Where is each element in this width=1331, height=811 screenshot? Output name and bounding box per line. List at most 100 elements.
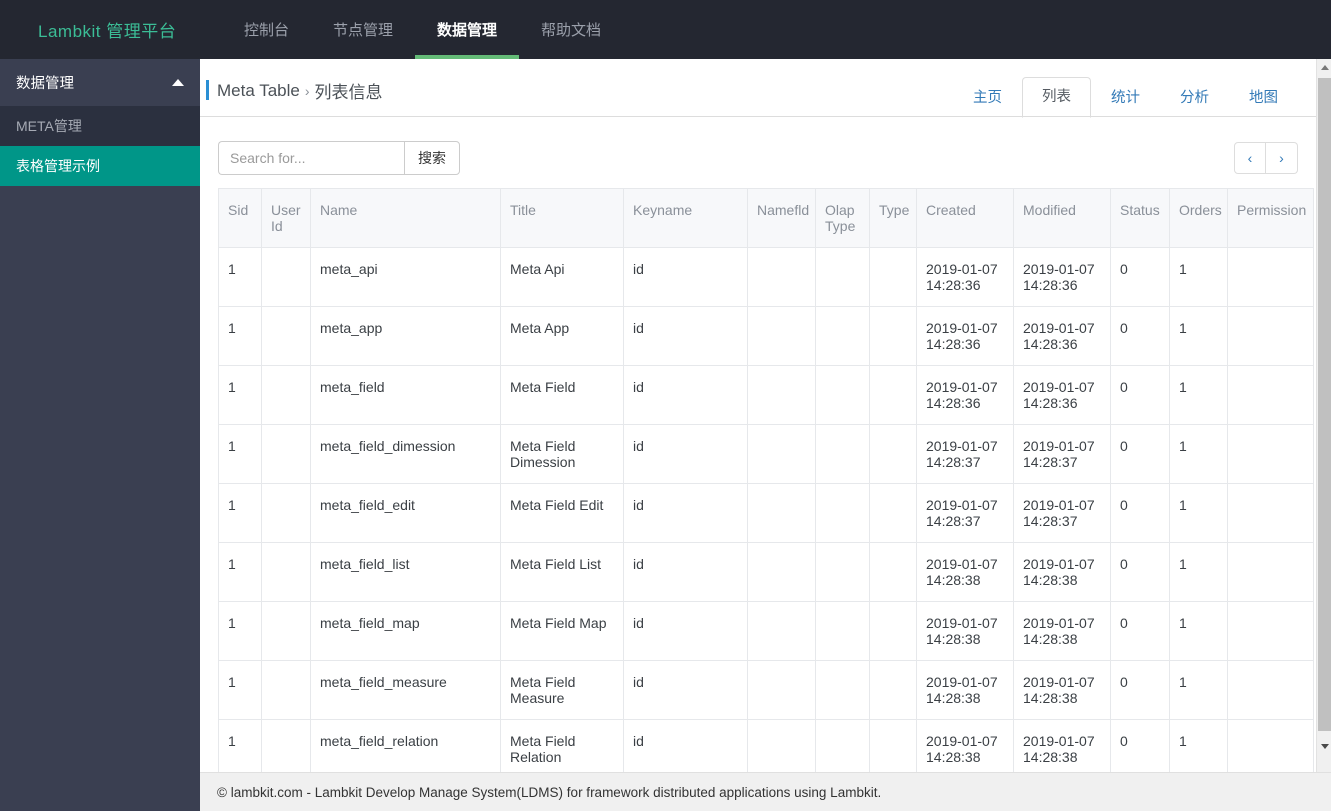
nav-item-console[interactable]: 控制台 <box>222 0 311 59</box>
cell-orders: 1 <box>1169 542 1228 602</box>
column-header-status[interactable]: Status <box>1110 188 1170 248</box>
cell-name: meta_app <box>310 306 501 366</box>
cell-user-id <box>261 365 311 425</box>
next-page-button[interactable]: › <box>1266 142 1298 174</box>
column-header-orders[interactable]: Orders <box>1169 188 1228 248</box>
cell-type <box>869 483 917 543</box>
column-header-olap-type[interactable]: Olap Type <box>815 188 870 248</box>
cell-sid: 1 <box>218 660 262 720</box>
cell-modified: 2019-01-07 14:28:38 <box>1013 660 1111 720</box>
column-header-title[interactable]: Title <box>500 188 624 248</box>
cell-created: 2019-01-07 14:28:38 <box>916 660 1014 720</box>
tab-bar-divider <box>200 116 1316 117</box>
cell-user-id <box>261 542 311 602</box>
cell-namefld <box>747 247 816 307</box>
vertical-scrollbar[interactable] <box>1316 59 1331 772</box>
cell-user-id <box>261 424 311 484</box>
cell-name: meta_api <box>310 247 501 307</box>
cell-olap-type <box>815 424 870 484</box>
cell-title: Meta App <box>500 306 624 366</box>
tab-map[interactable]: 地图 <box>1229 78 1298 118</box>
table-row[interactable]: 1 meta_api Meta Api id 2019-01-07 14:28:36 20… <box>218 247 1314 307</box>
nav-items: 控制台 节点管理 数据管理 帮助文档 <box>222 0 623 59</box>
cell-created: 2019-01-07 14:28:38 <box>916 542 1014 602</box>
column-header-namefld[interactable]: Namefld <box>747 188 816 248</box>
cell-type <box>869 601 917 661</box>
cell-status: 0 <box>1110 483 1170 543</box>
sidebar-group-data-manage[interactable]: 数据管理 <box>0 59 200 106</box>
cell-created: 2019-01-07 14:28:36 <box>916 247 1014 307</box>
tab-home[interactable]: 主页 <box>953 78 1022 118</box>
table-row[interactable]: 1 meta_field_edit Meta Field Edit id 2019-01… <box>218 483 1314 543</box>
top-navbar: Lambkit 管理平台 控制台 节点管理 数据管理 帮助文档 <box>0 0 1331 59</box>
cell-orders: 1 <box>1169 365 1228 425</box>
cell-title: Meta Field <box>500 365 624 425</box>
table-header-row: Sid User Id Name Title Keyname Namefld O… <box>218 188 1314 248</box>
cell-name: meta_field_measure <box>310 660 501 720</box>
cell-sid: 1 <box>218 247 262 307</box>
sidebar-item-table-manage-demo[interactable]: 表格管理示例 <box>0 146 200 186</box>
nav-item-data-manage[interactable]: 数据管理 <box>415 0 520 59</box>
scroll-down-button[interactable] <box>1317 738 1331 755</box>
cell-modified: 2019-01-07 14:28:37 <box>1013 483 1111 543</box>
table-row[interactable]: 1 meta_field_list Meta Field List id 2019-01… <box>218 542 1314 602</box>
sidebar-item-meta-manage[interactable]: META管理 <box>0 106 200 146</box>
table-row[interactable]: 1 meta_field_map Meta Field Map id 2019-01-0… <box>218 601 1314 661</box>
brand-logo[interactable]: Lambkit 管理平台 <box>0 0 200 59</box>
cell-namefld <box>747 424 816 484</box>
breadcrumb-part-1[interactable]: Meta Table <box>217 81 300 101</box>
column-header-name[interactable]: Name <box>310 188 501 248</box>
cell-title: Meta Field Edit <box>500 483 624 543</box>
cell-permission <box>1227 365 1314 425</box>
scroll-up-button[interactable] <box>1317 59 1331 76</box>
breadcrumb-part-2: 列表信息 <box>314 83 383 102</box>
table-head: Sid User Id Name Title Keyname Namefld O… <box>218 188 1314 248</box>
prev-page-button[interactable]: ‹ <box>1234 142 1266 174</box>
column-header-permission[interactable]: Permission <box>1227 188 1314 248</box>
cell-user-id <box>261 660 311 720</box>
pagination: ‹ › <box>1234 142 1298 174</box>
column-header-keyname[interactable]: Keyname <box>623 188 748 248</box>
cell-sid: 1 <box>218 601 262 661</box>
cell-user-id <box>261 483 311 543</box>
search-button[interactable]: 搜索 <box>404 141 460 175</box>
cell-namefld <box>747 601 816 661</box>
main-content: Meta Table › 列表信息 主页 列表 统计 分析 地图 搜索 ‹ › … <box>200 59 1316 772</box>
column-header-created[interactable]: Created <box>916 188 1014 248</box>
cell-status: 0 <box>1110 660 1170 720</box>
table-row[interactable]: 1 meta_app Meta App id 2019-01-07 14:28:36 20… <box>218 306 1314 366</box>
column-header-modified[interactable]: Modified <box>1013 188 1111 248</box>
cell-type <box>869 542 917 602</box>
cell-orders: 1 <box>1169 483 1228 543</box>
cell-title: Meta Field Dimession <box>500 424 624 484</box>
table-row[interactable]: 1 meta_field_dimession Meta Field Dimessio… <box>218 424 1314 484</box>
table-row[interactable]: 1 meta_field_measure Meta Field Measure id 2… <box>218 660 1314 720</box>
cell-status: 0 <box>1110 542 1170 602</box>
tab-analysis[interactable]: 分析 <box>1160 78 1229 118</box>
cell-olap-type <box>815 660 870 720</box>
table-row[interactable]: 1 meta_field_relation Meta Field Relation i… <box>218 719 1314 772</box>
column-header-user-id[interactable]: User Id <box>261 188 311 248</box>
footer-text: © lambkit.com - Lambkit Develop Manage S… <box>217 784 882 800</box>
scrollbar-thumb[interactable] <box>1318 78 1331 731</box>
cell-status: 0 <box>1110 719 1170 772</box>
cell-keyname: id <box>623 483 748 543</box>
nav-item-help-docs[interactable]: 帮助文档 <box>519 0 623 59</box>
cell-keyname: id <box>623 424 748 484</box>
cell-title: Meta Field Relation <box>500 719 624 772</box>
cell-olap-type <box>815 601 870 661</box>
caret-up-icon <box>1320 65 1329 70</box>
cell-modified: 2019-01-07 14:28:38 <box>1013 719 1111 772</box>
column-header-type[interactable]: Type <box>869 188 917 248</box>
search-input[interactable] <box>218 141 404 175</box>
nav-item-node-manage[interactable]: 节点管理 <box>311 0 415 59</box>
column-header-sid[interactable]: Sid <box>218 188 262 248</box>
cell-created: 2019-01-07 14:28:37 <box>916 424 1014 484</box>
tab-bar: 主页 列表 统计 分析 地图 <box>953 59 1298 118</box>
cell-user-id <box>261 601 311 661</box>
tab-list[interactable]: 列表 <box>1022 77 1091 118</box>
table-row[interactable]: 1 meta_field Meta Field id 2019-01-07 14:28:… <box>218 365 1314 425</box>
cell-type <box>869 365 917 425</box>
cell-name: meta_field_map <box>310 601 501 661</box>
tab-statistics[interactable]: 统计 <box>1091 78 1160 118</box>
